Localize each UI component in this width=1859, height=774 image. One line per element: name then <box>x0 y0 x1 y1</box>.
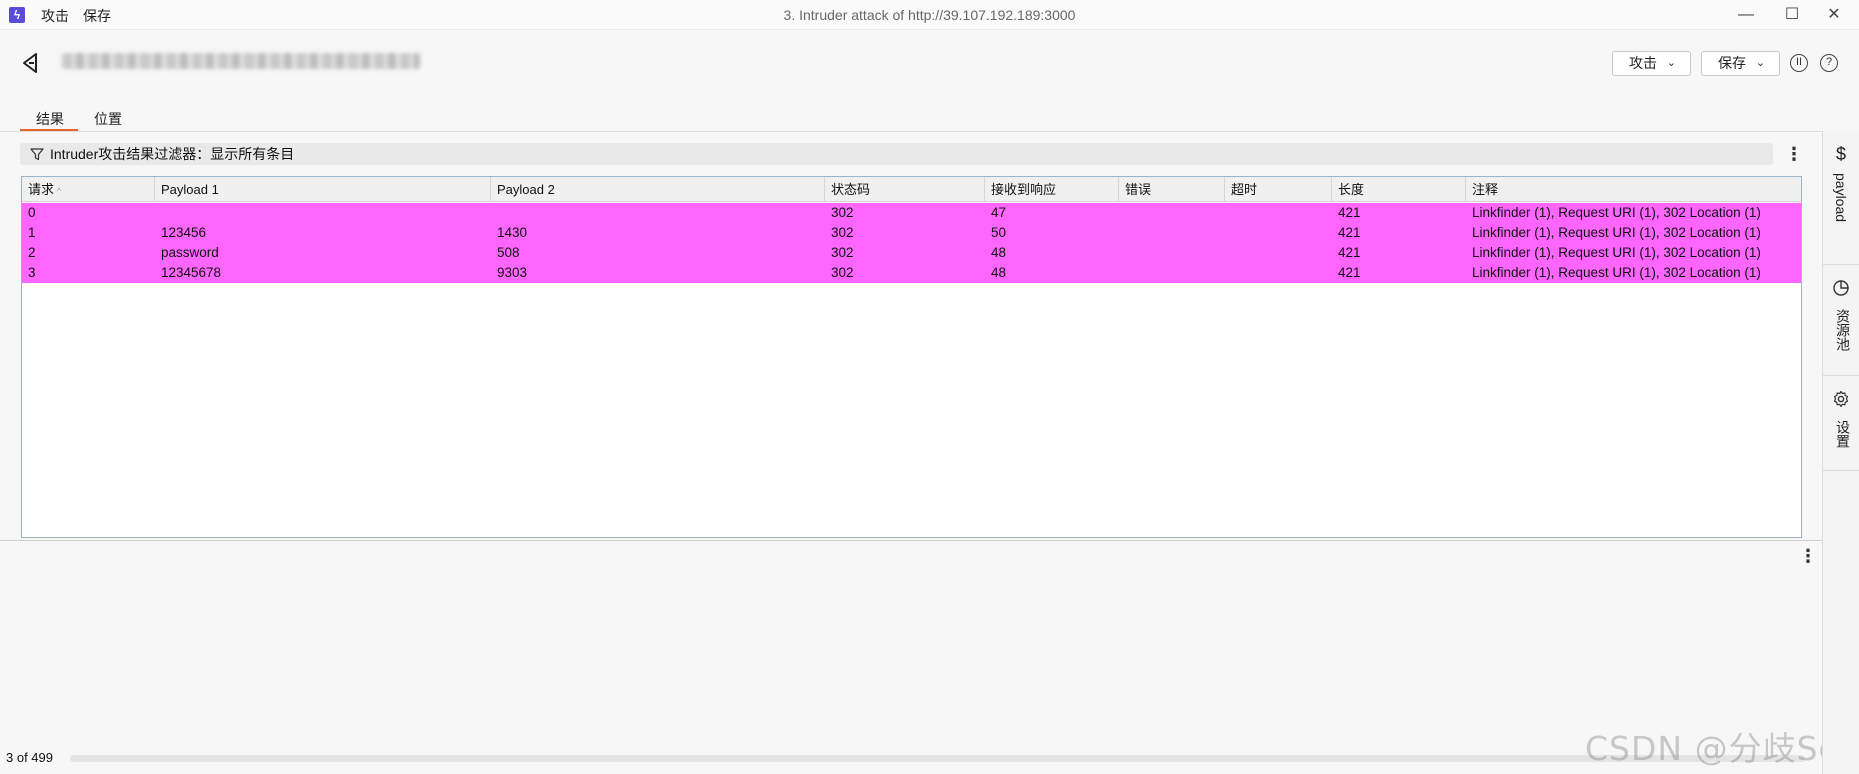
column-header-status[interactable]: 状态码 <box>825 177 985 202</box>
progress-scrollbar[interactable] <box>70 755 1805 762</box>
save-button-label: 保存 <box>1718 55 1746 71</box>
cell-payload2 <box>491 203 497 223</box>
table-row[interactable]: 1 123456 1430 302 50 421 Linkfinder (1),… <box>22 223 1801 243</box>
more-options-icon[interactable]: ⋮ <box>1785 145 1803 163</box>
cell-status: 302 <box>831 205 854 220</box>
cell-request: 2 <box>28 245 36 260</box>
cell-timeout <box>1225 263 1231 283</box>
cell-length: 421 <box>1338 245 1361 260</box>
title-bar: ϟ 攻击 保存 3. Intruder attack of http://39.… <box>0 0 1859 30</box>
save-dropdown-button[interactable]: 保存 ⌄ <box>1701 51 1780 76</box>
cell-error <box>1119 223 1125 243</box>
sidebar-item-payload[interactable]: $ payload <box>1823 131 1859 265</box>
sidebar-item-settings[interactable]: 设置 <box>1823 376 1859 471</box>
cell-status: 302 <box>831 265 854 280</box>
cell-status: 302 <box>831 245 854 260</box>
sidebar-item-label: 资源池 <box>1835 309 1851 351</box>
cell-payload2: 508 <box>497 245 520 260</box>
gear-icon <box>1833 390 1849 408</box>
column-header-error[interactable]: 错误 <box>1119 177 1225 202</box>
tab-results[interactable]: 结果 <box>36 109 64 129</box>
cell-comment: Linkfinder (1), Request URI (1), 302 Loc… <box>1472 245 1761 260</box>
column-header-length[interactable]: 长度 <box>1332 177 1466 202</box>
table-row[interactable]: 3 12345678 9303 302 48 421 Linkfinder (1… <box>22 263 1801 283</box>
cell-comment: Linkfinder (1), Request URI (1), 302 Loc… <box>1472 205 1761 220</box>
filter-text: Intruder攻击结果过滤器：显示所有条目 <box>50 146 295 162</box>
column-header-payload1[interactable]: Payload 1 <box>155 177 491 202</box>
cell-response-received: 48 <box>991 245 1007 260</box>
column-header-payload2[interactable]: Payload 2 <box>491 177 825 202</box>
cell-payload2: 9303 <box>497 265 528 280</box>
table-header: 请求 ^ Payload 1 Payload 2 状态码 接收到响应 错误 超时 … <box>22 177 1801 202</box>
sidebar-item-resource-pool[interactable]: 资源池 <box>1823 265 1859 376</box>
dollar-icon: $ <box>1835 144 1846 164</box>
results-table: 请求 ^ Payload 1 Payload 2 状态码 接收到响应 错误 超时 … <box>21 176 1802 538</box>
sort-ascending-icon: ^ <box>57 186 62 196</box>
cell-error <box>1119 203 1125 223</box>
cell-response-received: 48 <box>991 265 1007 280</box>
right-sidebar: $ payload 资源池 设置 <box>1822 131 1859 774</box>
tabs-divider <box>0 131 1822 132</box>
back-arrow-icon[interactable] <box>18 50 44 76</box>
cell-request: 0 <box>28 205 36 220</box>
chevron-down-icon: ⌄ <box>1755 57 1765 69</box>
cell-comment: Linkfinder (1), Request URI (1), 302 Loc… <box>1472 225 1761 240</box>
cell-error <box>1119 243 1125 263</box>
filter-bar[interactable]: Intruder攻击结果过滤器：显示所有条目 <box>20 143 1773 165</box>
cell-timeout <box>1225 203 1231 223</box>
cell-payload1: password <box>161 245 219 260</box>
cell-response-received: 50 <box>991 225 1007 240</box>
attack-button-label: 攻击 <box>1629 55 1657 71</box>
cell-comment: Linkfinder (1), Request URI (1), 302 Loc… <box>1472 265 1761 280</box>
column-label: 请求 <box>28 182 55 197</box>
column-header-request[interactable]: 请求 ^ <box>22 177 155 202</box>
maximize-icon[interactable]: ☐ <box>1775 4 1809 26</box>
more-options-icon[interactable]: ⋮ <box>1799 547 1817 565</box>
attack-dropdown-button[interactable]: 攻击 ⌄ <box>1612 51 1691 76</box>
results-count: 3 of 499 <box>6 750 53 765</box>
panel-divider[interactable] <box>0 540 1822 541</box>
cell-length: 421 <box>1338 265 1361 280</box>
cell-status: 302 <box>831 225 854 240</box>
sidebar-item-label: 设置 <box>1835 420 1851 448</box>
chevron-down-icon: ⌄ <box>1666 57 1676 69</box>
cell-request: 3 <box>28 265 36 280</box>
cell-error <box>1119 263 1125 283</box>
tab-positions[interactable]: 位置 <box>94 109 122 129</box>
cell-payload1 <box>155 203 161 223</box>
minimize-icon[interactable]: — <box>1729 4 1763 26</box>
cell-length: 421 <box>1338 205 1361 220</box>
cell-payload2: 1430 <box>497 225 528 240</box>
window-title: 3. Intruder attack of http://39.107.192.… <box>783 7 1076 23</box>
cell-timeout <box>1225 243 1231 263</box>
pie-chart-icon <box>1833 280 1849 296</box>
column-header-comment[interactable]: 注释 <box>1466 177 1801 202</box>
column-header-timeout[interactable]: 超时 <box>1225 177 1332 202</box>
cell-request: 1 <box>28 225 36 240</box>
cell-timeout <box>1225 223 1231 243</box>
blurred-attack-title <box>62 53 420 69</box>
column-header-response-received[interactable]: 接收到响应 <box>985 177 1119 202</box>
cell-length: 421 <box>1338 225 1361 240</box>
pause-icon[interactable]: II <box>1790 54 1808 72</box>
help-icon[interactable]: ? <box>1820 54 1838 72</box>
close-icon[interactable]: ✕ <box>1817 4 1851 26</box>
cell-payload1: 123456 <box>161 225 207 240</box>
cell-response-received: 47 <box>991 205 1007 220</box>
sidebar-item-label: payload <box>1833 173 1849 223</box>
table-row[interactable]: 2 password 508 302 48 421 Linkfinder (1)… <box>22 243 1801 263</box>
cell-payload1: 12345678 <box>161 265 222 280</box>
filter-icon <box>30 148 44 161</box>
watermark-text: CSDN @分歧Sec <box>1585 729 1859 768</box>
table-row[interactable]: 0 302 47 421 Linkfinder (1), Request URI… <box>22 203 1801 223</box>
